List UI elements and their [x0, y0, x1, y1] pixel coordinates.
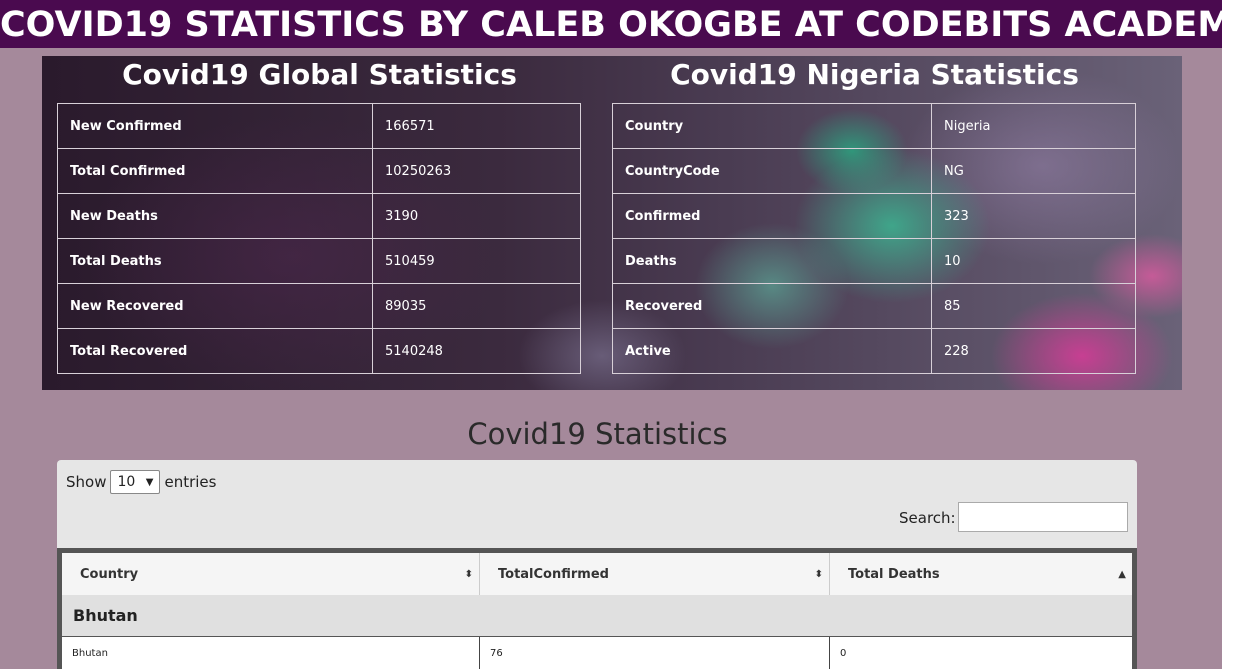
table-row: Total Confirmed 10250263 — [57, 148, 581, 194]
stat-value: 323 — [931, 193, 1136, 239]
nigeria-stats-table: Country Nigeria CountryCode NG Confirmed… — [612, 103, 1136, 374]
stat-label: Total Recovered — [57, 328, 373, 374]
entries-select[interactable]: 10 ▼ — [110, 470, 161, 494]
scrollbar-track[interactable] — [1222, 0, 1240, 669]
stat-value: 89035 — [372, 283, 581, 329]
column-header-total-deaths[interactable]: Total Deaths ▲ — [830, 553, 1132, 595]
nigeria-stats-title: Covid19 Nigeria Statistics — [670, 58, 1079, 91]
table-row: Country Nigeria — [612, 103, 1136, 149]
table-row: Bhutan 76 0 — [62, 637, 1132, 669]
sort-asc-icon: ▲ — [1118, 568, 1126, 580]
global-stats-table: New Confirmed 166571 Total Confirmed 102… — [57, 103, 581, 374]
stats-table: Country ⬍ TotalConfirmed ⬍ Total Deaths … — [57, 548, 1137, 669]
stat-label: Confirmed — [612, 193, 932, 239]
caret-down-icon: ▼ — [145, 476, 154, 488]
table-row: Active 228 — [612, 328, 1136, 374]
entries-label: entries — [164, 473, 217, 491]
table-row: New Recovered 89035 — [57, 283, 581, 329]
section-title: Covid19 Statistics — [467, 417, 728, 451]
search-input[interactable] — [958, 502, 1128, 532]
stat-label: New Confirmed — [57, 103, 373, 149]
table-row: Confirmed 323 — [612, 193, 1136, 239]
stat-label: CountryCode — [612, 148, 932, 194]
group-row: Bhutan — [62, 595, 1132, 637]
entries-select-value: 10 — [117, 474, 136, 490]
page-header-title: COVID19 STATISTICS BY CALEB OKOGBE AT CO… — [0, 5, 1240, 45]
stat-label: Total Deaths — [57, 238, 373, 284]
column-header-label: TotalConfirmed — [498, 566, 609, 582]
column-header-country[interactable]: Country ⬍ — [62, 553, 480, 595]
stat-value: 10 — [931, 238, 1136, 284]
stat-value: NG — [931, 148, 1136, 194]
show-label: Show — [66, 473, 107, 491]
stat-label: Recovered — [612, 283, 932, 329]
table-row: New Confirmed 166571 — [57, 103, 581, 149]
column-header-totalconfirmed[interactable]: TotalConfirmed ⬍ — [480, 553, 830, 595]
stat-label: Deaths — [612, 238, 932, 284]
column-header-label: Total Deaths — [848, 566, 940, 582]
stat-label: New Deaths — [57, 193, 373, 239]
stat-value: 3190 — [372, 193, 581, 239]
page-header: COVID19 STATISTICS BY CALEB OKOGBE AT CO… — [0, 0, 1240, 48]
hero-banner: Covid19 Global Statistics New Confirmed … — [42, 56, 1182, 390]
stat-label: Active — [612, 328, 932, 374]
stat-label: Total Confirmed — [57, 148, 373, 194]
sort-both-icon: ⬍ — [814, 568, 823, 580]
cell-total-deaths: 0 — [840, 647, 847, 659]
sort-both-icon: ⬍ — [464, 568, 473, 580]
column-header-label: Country — [80, 566, 139, 582]
datatable-container: Show 10 ▼ entries Search: Country ⬍ Tota… — [57, 460, 1137, 669]
table-row: Deaths 10 — [612, 238, 1136, 284]
stat-value: Nigeria — [931, 103, 1136, 149]
table-row: Total Recovered 5140248 — [57, 328, 581, 374]
group-label: Bhutan — [73, 606, 138, 625]
entries-length-control: Show 10 ▼ entries — [66, 470, 216, 494]
stat-value: 5140248 — [372, 328, 581, 374]
table-row: CountryCode NG — [612, 148, 1136, 194]
search-label: Search: — [899, 509, 956, 527]
stat-value: 85 — [931, 283, 1136, 329]
stat-label: Country — [612, 103, 932, 149]
table-row: New Deaths 3190 — [57, 193, 581, 239]
stat-value: 228 — [931, 328, 1136, 374]
cell-country: Bhutan — [62, 637, 480, 669]
stat-value: 10250263 — [372, 148, 581, 194]
global-stats-title: Covid19 Global Statistics — [122, 58, 517, 91]
stat-label: New Recovered — [57, 283, 373, 329]
table-row: Recovered 85 — [612, 283, 1136, 329]
stat-value: 166571 — [372, 103, 581, 149]
table-row: Total Deaths 510459 — [57, 238, 581, 284]
cell-total-confirmed: 76 — [480, 637, 830, 669]
stat-value: 510459 — [372, 238, 581, 284]
table-header-row: Country ⬍ TotalConfirmed ⬍ Total Deaths … — [62, 553, 1132, 595]
